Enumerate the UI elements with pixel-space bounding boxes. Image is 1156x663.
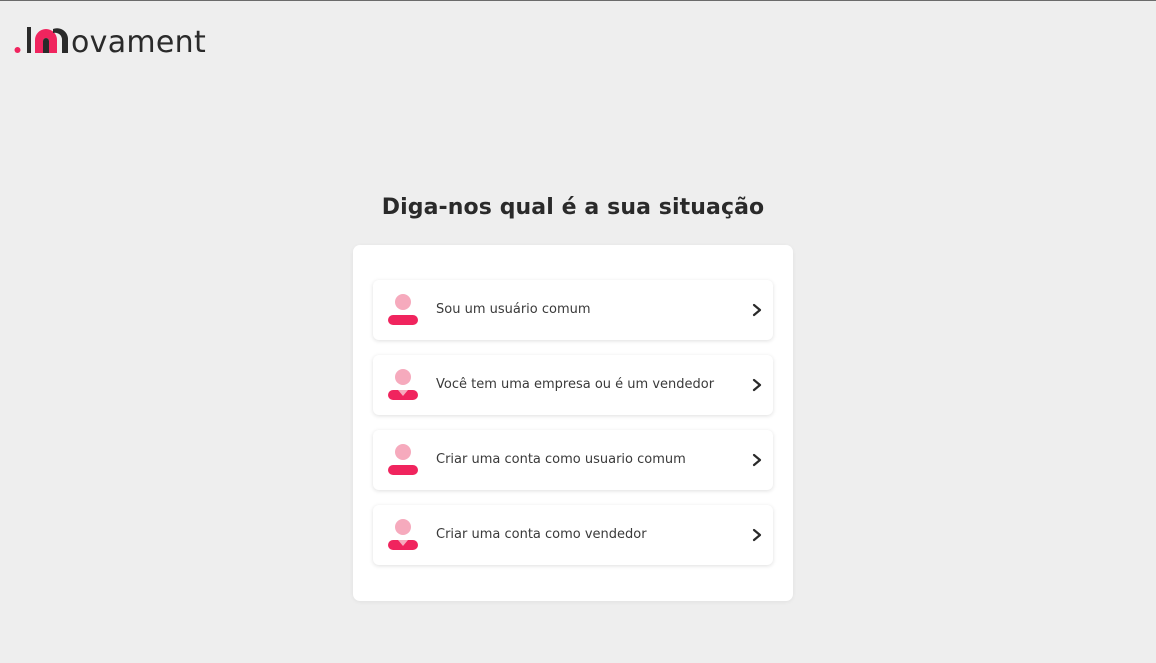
option-label: Criar uma conta como vendedor xyxy=(436,527,647,542)
option-create-seller-account[interactable]: Criar uma conta como vendedor xyxy=(373,505,773,565)
option-label: Sou um usuário comum xyxy=(436,302,591,317)
page-title: Diga-nos qual é a sua situação xyxy=(381,195,765,220)
options-card: Sou um usuário comum Você tem uma empres… xyxy=(353,245,793,601)
chevron-right-icon xyxy=(752,378,762,392)
user-icon xyxy=(388,444,418,475)
option-create-user-account[interactable]: Criar uma conta como usuario comum xyxy=(373,430,773,490)
seller-icon xyxy=(388,519,418,550)
logo[interactable]: ovament xyxy=(14,22,207,60)
option-label: Criar uma conta como usuario comum xyxy=(436,452,686,467)
logo-mark-icon xyxy=(14,27,69,53)
option-common-user[interactable]: Sou um usuário comum xyxy=(373,280,773,340)
chevron-right-icon xyxy=(752,453,762,467)
option-label: Você tem uma empresa ou é um vendedor xyxy=(436,377,715,392)
logo-text: ovament xyxy=(71,25,207,60)
option-company-seller[interactable]: Você tem uma empresa ou é um vendedor xyxy=(373,355,773,415)
user-icon xyxy=(388,294,418,325)
chevron-right-icon xyxy=(752,528,762,542)
chevron-right-icon xyxy=(752,303,762,317)
seller-icon xyxy=(388,369,418,400)
